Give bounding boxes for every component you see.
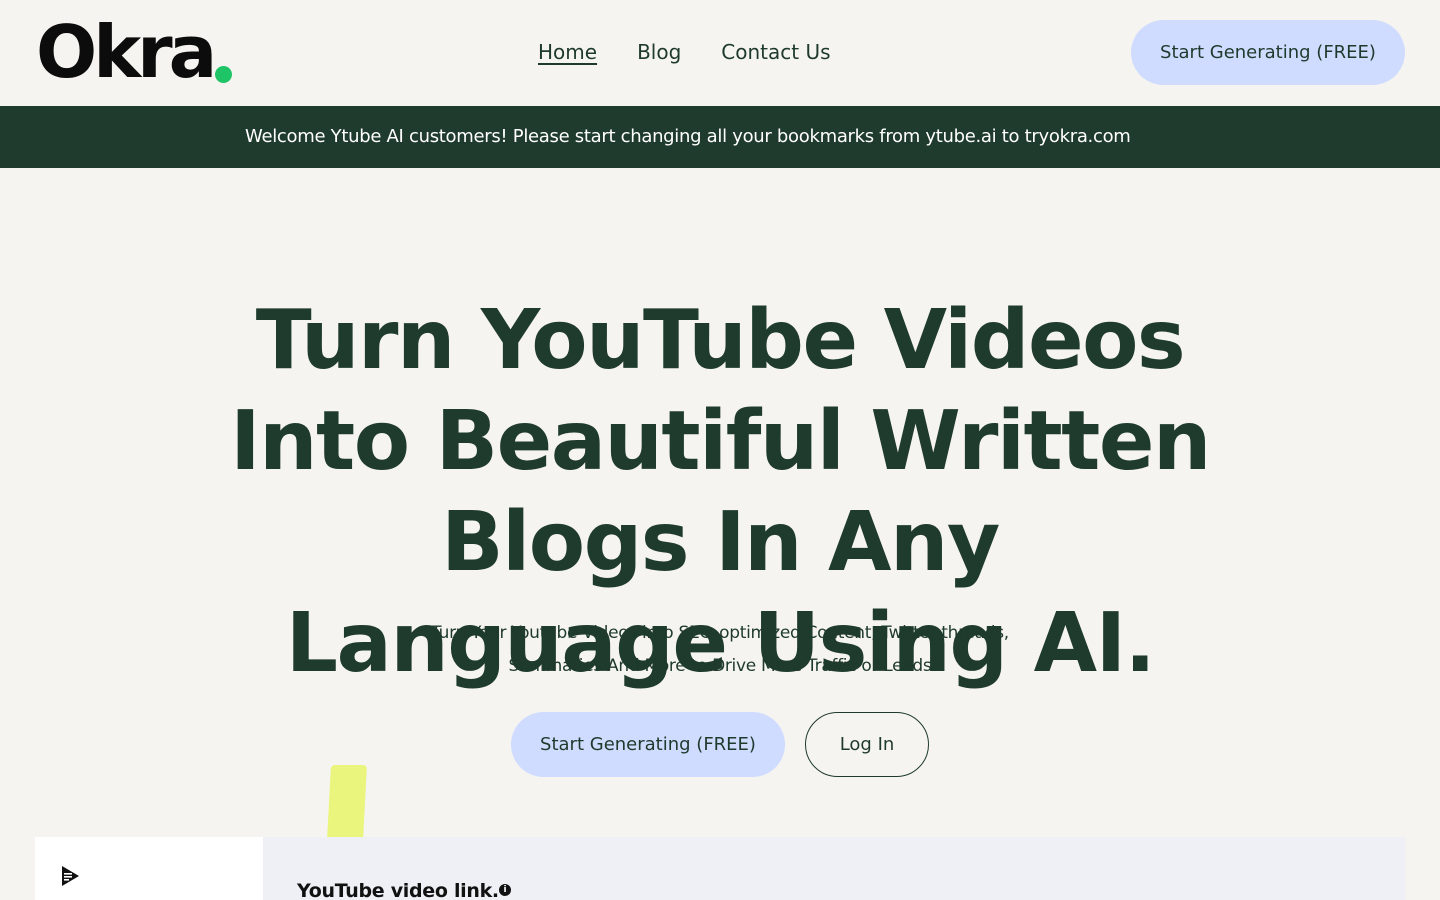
top-navigation: Okra Home Blog Contact Us Start Generati… <box>0 0 1440 106</box>
nav-link-contact-us[interactable]: Contact Us <box>721 38 830 66</box>
hero-start-generating-button[interactable]: Start Generating (FREE) <box>511 712 785 777</box>
nav-link-home[interactable]: Home <box>538 38 597 66</box>
app-preview-sidebar <box>35 837 263 900</box>
hero-subtitle-line-1: Turn Your Youtube Videos into SEO-optimi… <box>431 623 1009 643</box>
info-icon[interactable]: i <box>499 884 511 896</box>
app-preview: YouTube video link. i <box>35 837 1405 900</box>
nav-link-blog[interactable]: Blog <box>637 38 681 66</box>
hero-subtitle: Turn Your Youtube Videos into SEO-optimi… <box>380 617 1060 683</box>
highlighter-decoration <box>327 765 367 840</box>
youtube-link-label: YouTube video link. <box>297 880 499 900</box>
banner-text: Welcome Ytube AI customers! Please start… <box>245 126 1131 147</box>
announcement-banner: Welcome Ytube AI customers! Please start… <box>0 106 1440 168</box>
okra-logo[interactable]: Okra <box>36 10 217 94</box>
primary-nav: Home Blog Contact Us <box>538 38 871 66</box>
hero-login-button[interactable]: Log In <box>805 712 929 777</box>
hero-subtitle-line-2: Summaries And More to Drive More Traffic… <box>508 656 932 676</box>
logo-dot-icon <box>215 66 232 83</box>
play-doc-icon <box>62 866 79 886</box>
nav-start-generating-button[interactable]: Start Generating (FREE) <box>1131 20 1405 85</box>
